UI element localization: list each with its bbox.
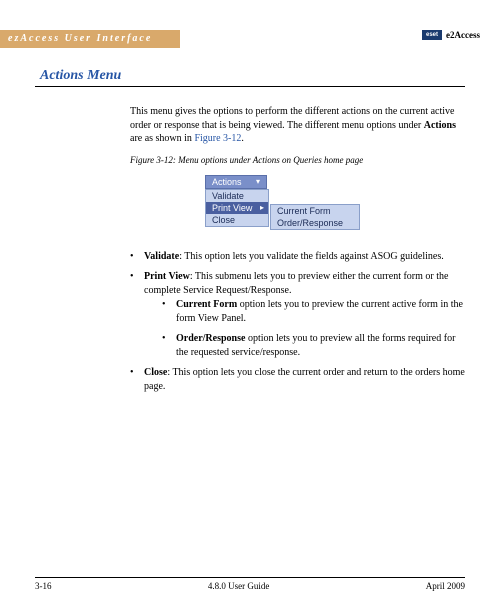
intro-bold: Actions	[424, 120, 456, 131]
chevron-down-icon: ▾	[256, 177, 260, 186]
sub-bullet-order-response-bold: Order/Response	[176, 333, 245, 344]
bullet-list: Validate: This option lets you validate …	[130, 250, 465, 400]
header-band: ezAccess User Interface	[0, 30, 180, 48]
sub-bullet-list: Current Form option lets you to preview …	[162, 298, 465, 360]
menu-item-close[interactable]: Close	[206, 214, 268, 226]
logo: eset e2Access	[422, 30, 480, 40]
bullet-print-view-text: : This submenu lets you to preview eithe…	[144, 271, 448, 296]
bullet-close-bold: Close	[144, 367, 167, 378]
menu-dropdown: Validate Print View ▸ Close Current Form…	[205, 189, 269, 227]
footer-date: April 2009	[426, 581, 465, 591]
bullet-close-text: : This option lets you close the current…	[144, 367, 465, 392]
menu-figure: Actions ▾ Validate Print View ▸ Close Cu…	[205, 175, 269, 227]
bullet-validate: Validate: This option lets you validate …	[130, 250, 465, 264]
bullet-print-view: Print View: This submenu lets you to pre…	[130, 270, 465, 360]
intro-text-b: are as shown in	[130, 133, 194, 144]
footer: 3-16 4.8.0 User Guide April 2009	[35, 577, 465, 591]
intro-text-a: This menu gives the options to perform t…	[130, 106, 454, 131]
chevron-right-icon: ▸	[260, 203, 264, 212]
figure-link[interactable]: Figure 3-12	[194, 133, 241, 144]
menu-item-validate[interactable]: Validate	[206, 190, 268, 202]
sub-bullet-current-form-bold: Current Form	[176, 299, 237, 310]
sub-bullet-current-form: Current Form option lets you to preview …	[162, 298, 465, 326]
submenu-order-response[interactable]: Order/Response	[271, 217, 359, 229]
logo-icon: eset	[422, 30, 442, 40]
section-title: Actions Menu	[40, 68, 121, 84]
bullet-print-view-bold: Print View	[144, 271, 190, 282]
intro-text-c: .	[241, 133, 244, 144]
menu-item-print-view[interactable]: Print View ▸	[206, 202, 268, 214]
menu-actions-button[interactable]: Actions ▾	[205, 175, 267, 189]
footer-page: 3-16	[35, 581, 52, 591]
menu-actions-label: Actions	[212, 177, 242, 187]
submenu: Current Form Order/Response	[270, 204, 360, 230]
figure-caption: Figure 3-12: Menu options under Actions …	[130, 155, 363, 165]
bullet-validate-bold: Validate	[144, 251, 179, 262]
bullet-close: Close: This option lets you close the cu…	[130, 366, 465, 394]
submenu-current-form[interactable]: Current Form	[271, 205, 359, 217]
logo-text: e2Access	[446, 30, 480, 40]
footer-center: 4.8.0 User Guide	[208, 581, 270, 591]
sub-bullet-order-response: Order/Response option lets you to previe…	[162, 332, 465, 360]
intro-paragraph: This menu gives the options to perform t…	[130, 105, 465, 146]
menu-item-print-view-label: Print View	[212, 203, 252, 213]
bullet-validate-text: : This option lets you validate the fiel…	[179, 251, 444, 262]
title-rule	[35, 86, 465, 87]
